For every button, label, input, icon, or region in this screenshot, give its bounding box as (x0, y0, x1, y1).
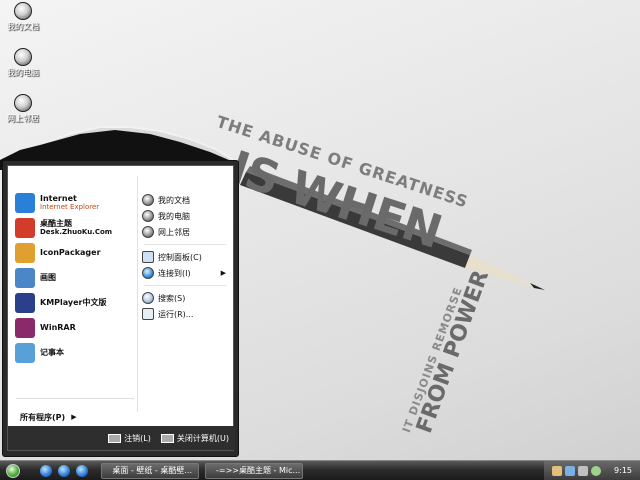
submenu-arrow-icon: ▶ (220, 269, 226, 277)
start-item-title: IconPackager (40, 248, 101, 257)
start-item-title: 桌酷主题 (40, 219, 72, 228)
winrar-icon (15, 317, 35, 338)
desktop-icon-network-places[interactable]: 网上邻居 (2, 94, 44, 124)
taskbar-task-word[interactable]: -=>>桌酷主题 - Mic... (205, 462, 303, 479)
start-menu: Internet Internet Explorer 桌酷主题 Desk.Zhu… (2, 160, 239, 457)
my-computer-icon (14, 48, 32, 66)
iconpackager-icon (15, 242, 35, 263)
internet-explorer-icon (15, 192, 35, 213)
start-place-label: 我的电脑 (158, 211, 190, 221)
start-place-label: 网上邻居 (158, 227, 190, 237)
start-item-title: 画图 (40, 273, 56, 282)
start-menu-separator (144, 244, 226, 245)
taskbar-task-browser[interactable]: 桌面 - 壁纸 - 桌酷壁... (101, 462, 199, 479)
start-item-notepad[interactable]: 记事本 (13, 340, 137, 365)
paint-icon (15, 267, 35, 288)
quicklaunch-ie-icon[interactable] (40, 464, 52, 477)
desktop-icon-label: 我的电脑 (7, 68, 39, 77)
start-place-search[interactable]: 搜索(S) (140, 290, 230, 306)
start-item-title: Internet (40, 194, 77, 203)
start-place-connect-to[interactable]: 连接到(I) ▶ (140, 265, 230, 281)
system-tray: 9:15 (544, 460, 640, 480)
taskbar-task-label: 桌面 - 壁纸 - 桌酷壁... (112, 466, 192, 475)
network-places-icon (142, 226, 154, 238)
run-icon (142, 308, 154, 320)
start-place-label: 搜索(S) (158, 293, 186, 303)
start-orb-icon (6, 463, 20, 478)
my-computer-icon (142, 210, 154, 222)
start-item-kmplayer[interactable]: KMPlayer中文版 (13, 290, 137, 315)
desktop-icon-label: 我的文档 (7, 22, 39, 31)
start-place-control-panel[interactable]: 控制面板(C) (140, 249, 230, 265)
start-menu-divider (137, 176, 138, 412)
start-menu-programs: Internet Internet Explorer 桌酷主题 Desk.Zhu… (13, 170, 137, 420)
clock[interactable]: 9:15 (614, 466, 632, 475)
connect-to-icon (142, 267, 154, 279)
tray-network-icon[interactable] (565, 465, 576, 476)
quicklaunch-media-icon[interactable] (76, 464, 88, 477)
quicklaunch-browser-icon[interactable] (58, 464, 70, 477)
taskbar-task-label: -=>>桌酷主题 - Mic... (216, 466, 301, 475)
start-item-subtitle: Internet Explorer (40, 203, 100, 211)
taskbar: 桌面 - 壁纸 - 桌酷壁... -=>>桌酷主题 - Mic... 9:15 (0, 460, 640, 480)
notepad-icon (15, 342, 35, 363)
my-documents-icon (14, 2, 32, 20)
logoff-button[interactable]: 注销(L) (108, 433, 151, 444)
zhuoku-theme-icon (15, 217, 35, 238)
start-button[interactable] (0, 461, 26, 480)
kmplayer-icon (15, 292, 35, 313)
start-menu-separator (16, 398, 134, 399)
all-programs-button[interactable]: 所有程序(P) ▶ (20, 410, 130, 424)
start-place-network-places[interactable]: 网上邻居 (140, 224, 230, 240)
search-icon (142, 292, 154, 304)
start-menu-separator (144, 285, 226, 286)
start-place-my-documents[interactable]: 我的文档 (140, 192, 230, 208)
start-item-winrar[interactable]: WinRAR (13, 315, 137, 340)
tray-clock-icon[interactable] (591, 465, 602, 476)
start-place-label: 我的文档 (158, 195, 190, 205)
control-panel-icon (142, 251, 154, 263)
start-place-label: 连接到(I) (158, 268, 191, 278)
my-documents-icon (142, 194, 154, 206)
desktop-icon-my-computer[interactable]: 我的电脑 (2, 48, 44, 78)
shutdown-button[interactable]: 关闭计算机(U) (160, 433, 229, 444)
all-programs-label: 所有程序(P) (20, 412, 66, 422)
tray-user-icon[interactable] (552, 465, 563, 476)
chevron-right-icon: ▶ (71, 413, 77, 421)
desktop-icon-my-documents[interactable]: 我的文档 (2, 2, 44, 32)
network-places-icon (14, 94, 32, 112)
shutdown-label: 关闭计算机(U) (176, 433, 229, 443)
shutdown-icon (160, 433, 174, 443)
logoff-icon (108, 433, 122, 443)
start-item-title: WinRAR (40, 323, 76, 332)
start-place-label: 运行(R)... (158, 309, 194, 319)
start-item-subtitle: Desk.ZhuoKu.Com (40, 228, 113, 236)
start-place-run[interactable]: 运行(R)... (140, 306, 230, 322)
start-item-iconpackager[interactable]: IconPackager (13, 240, 137, 265)
start-item-paint[interactable]: 画图 (13, 265, 137, 290)
start-place-my-computer[interactable]: 我的电脑 (140, 208, 230, 224)
tray-volume-icon[interactable] (578, 465, 589, 476)
start-item-internet-explorer[interactable]: Internet Internet Explorer (13, 190, 137, 215)
start-item-title: 记事本 (40, 348, 64, 357)
start-place-label: 控制面板(C) (158, 252, 202, 262)
start-item-title: KMPlayer中文版 (40, 298, 107, 307)
start-item-zhuoku-theme[interactable]: 桌酷主题 Desk.ZhuoKu.Com (13, 215, 137, 240)
start-menu-footer: 注销(L) 关闭计算机(U) (8, 426, 235, 450)
logoff-label: 注销(L) (124, 433, 151, 443)
start-menu-panel: Internet Internet Explorer 桌酷主题 Desk.Zhu… (7, 165, 235, 451)
desktop-icon-label: 网上邻居 (7, 114, 39, 123)
start-menu-places: 我的文档 我的电脑 网上邻居 控制面板(C) 连接到(I) ▶ 搜索(S) 运行… (140, 170, 230, 420)
